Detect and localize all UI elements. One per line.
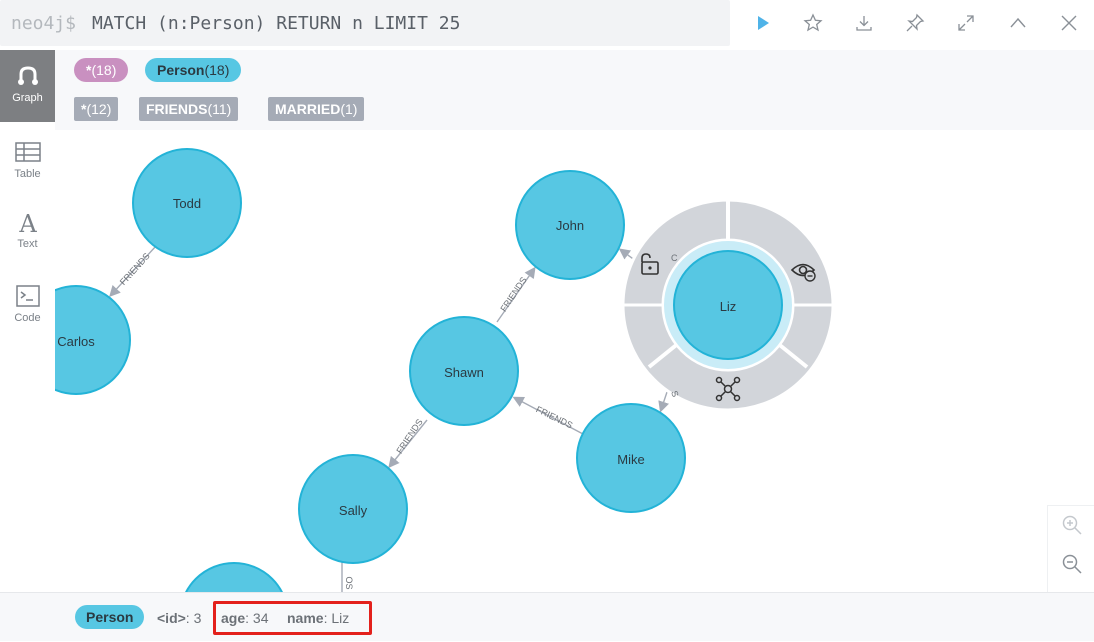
collapse-icon[interactable] bbox=[1005, 10, 1031, 36]
zoom-controls bbox=[1047, 505, 1094, 592]
legend-rel-name: MARRIED bbox=[275, 101, 341, 117]
legend-label-all[interactable]: *(18) bbox=[74, 58, 129, 82]
graph-canvas[interactable]: FRIENDS FRIENDS FRIENDS FRIENDS M OS bbox=[55, 130, 1094, 592]
sidebar-item-label: Graph bbox=[12, 92, 43, 104]
svg-text:A: A bbox=[18, 210, 37, 234]
sidebar-item-label: Code bbox=[14, 312, 41, 324]
rel-liz-mike[interactable] bbox=[658, 391, 669, 413]
sidebar-item-code[interactable]: Code bbox=[0, 270, 55, 342]
legend-label-count: (18) bbox=[204, 62, 230, 78]
rel-label-partial: OS bbox=[344, 576, 354, 589]
node-liz[interactable]: Liz bbox=[664, 241, 792, 369]
status-label-pill[interactable]: Person bbox=[75, 605, 145, 629]
rel-shawn-sally[interactable]: FRIENDS bbox=[388, 417, 428, 469]
download-icon[interactable] bbox=[851, 10, 877, 36]
node-todd[interactable]: Todd bbox=[132, 148, 242, 258]
play-icon[interactable] bbox=[750, 10, 776, 36]
node-mike[interactable]: Mike bbox=[576, 403, 686, 513]
node-label: Todd bbox=[173, 196, 201, 211]
graph-legend: *(18) Person(18) *(12) FRIENDS(11) MARRI… bbox=[55, 50, 1094, 130]
rel-label: FRIENDS bbox=[394, 417, 424, 455]
rel-label-partial: C bbox=[671, 253, 678, 263]
node-carlos[interactable]: Carlos bbox=[55, 285, 131, 395]
rel-todd-carlos[interactable]: FRIENDS bbox=[109, 245, 157, 298]
view-sidebar: Graph Table A Text Code bbox=[0, 50, 55, 640]
rel-label: FRIENDS bbox=[534, 404, 574, 430]
legend-label-person[interactable]: Person(18) bbox=[145, 58, 242, 82]
legend-label-count: (18) bbox=[91, 62, 117, 78]
legend-rel-name: FRIENDS bbox=[146, 101, 208, 117]
rel-label: FRIENDS bbox=[118, 251, 152, 287]
node-label: Liz bbox=[720, 299, 737, 314]
node-shawn[interactable]: Shawn bbox=[409, 316, 519, 426]
prop-value: 3 bbox=[193, 610, 202, 626]
node-partial[interactable] bbox=[180, 562, 288, 592]
text-icon: A bbox=[18, 210, 37, 234]
rel-shawn-john[interactable]: FRIENDS bbox=[496, 266, 536, 323]
legend-rel-count: (11) bbox=[207, 101, 232, 117]
prop-key: <id> bbox=[157, 610, 186, 626]
editor-prompt: neo4j$ bbox=[11, 13, 77, 34]
sidebar-item-graph[interactable]: Graph bbox=[0, 50, 55, 122]
legend-rel-married[interactable]: MARRIED(1) bbox=[268, 97, 365, 121]
highlight-box bbox=[213, 601, 372, 635]
node-label: John bbox=[556, 218, 584, 233]
zoom-in-icon[interactable] bbox=[1061, 514, 1083, 536]
star-icon[interactable] bbox=[800, 10, 826, 36]
query-bar: neo4j$ MATCH (n:Person) RETURN n LIMIT 2… bbox=[0, 0, 1094, 50]
query-editor[interactable]: neo4j$ MATCH (n:Person) RETURN n LIMIT 2… bbox=[0, 0, 730, 46]
graph-icon bbox=[17, 66, 38, 85]
zoom-out-icon[interactable] bbox=[1061, 553, 1083, 575]
query-text[interactable]: MATCH (n:Person) RETURN n LIMIT 25 bbox=[92, 13, 460, 34]
sidebar-item-text[interactable]: A Text bbox=[0, 196, 55, 268]
close-icon[interactable] bbox=[1056, 10, 1082, 36]
sidebar-item-table[interactable]: Table bbox=[0, 126, 55, 198]
code-icon bbox=[15, 285, 40, 307]
legend-rel-count: (1) bbox=[340, 101, 358, 117]
sidebar-item-label: Text bbox=[17, 238, 38, 250]
rel-sally-down[interactable]: OS bbox=[341, 562, 354, 592]
node-sally[interactable]: Sally bbox=[298, 454, 408, 564]
rel-label: FRIENDS bbox=[498, 275, 528, 313]
node-john[interactable]: John bbox=[515, 170, 625, 280]
table-icon bbox=[14, 142, 41, 162]
legend-label-name: Person bbox=[157, 62, 205, 78]
inspector-bar: Person <id>: 3 age: 34 name: Liz bbox=[0, 592, 1094, 641]
legend-rel-count: (12) bbox=[86, 101, 112, 117]
node-label: Shawn bbox=[444, 365, 484, 380]
pin-icon[interactable] bbox=[902, 10, 928, 36]
rel-mike-shawn[interactable]: FRIENDS bbox=[512, 396, 584, 435]
node-label: Carlos bbox=[57, 334, 95, 349]
prop-id: <id>: 3 bbox=[157, 610, 202, 626]
legend-rel-friends[interactable]: FRIENDS(11) bbox=[139, 97, 239, 121]
legend-rel-all[interactable]: *(12) bbox=[74, 97, 119, 121]
sidebar-item-label: Table bbox=[14, 168, 41, 180]
node-label: Mike bbox=[617, 452, 644, 467]
expand-icon[interactable] bbox=[953, 10, 979, 36]
node-label: Sally bbox=[339, 503, 368, 518]
